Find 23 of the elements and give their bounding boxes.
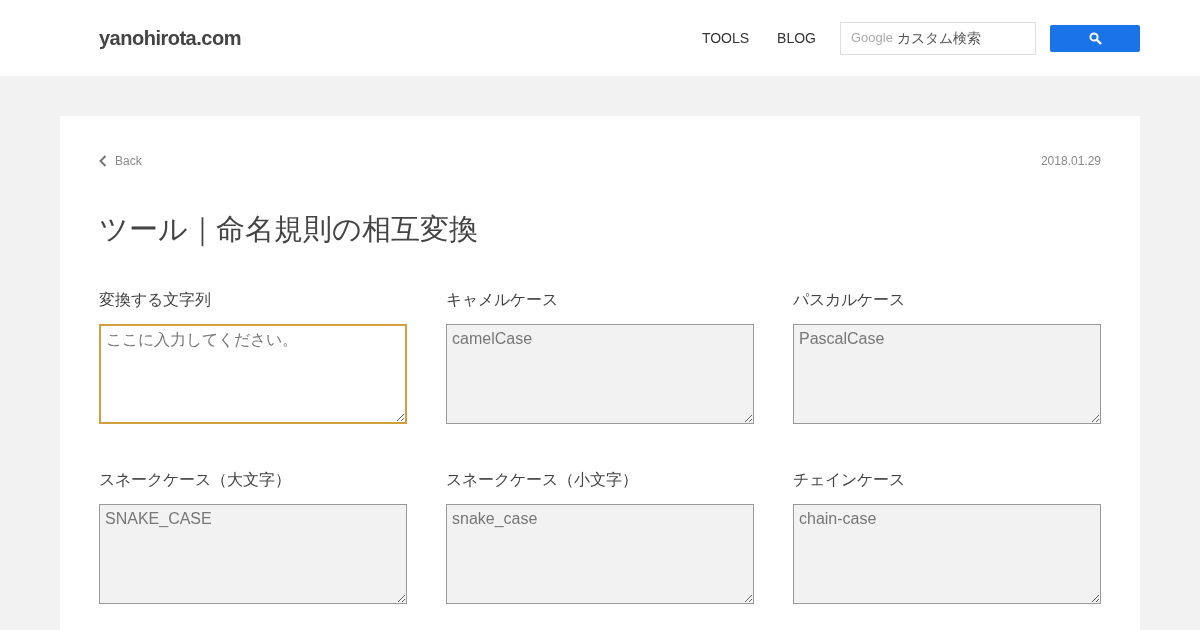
search-button[interactable] <box>1050 24 1140 52</box>
text-area[interactable]: PascalCase <box>793 323 1101 424</box>
nav-link[interactable]: TOOLS <box>701 27 750 49</box>
field-label: 変換する文字列 <box>99 289 212 310</box>
page-title: ツール｜命名規則の相互変換 <box>99 212 479 249</box>
search-icon <box>1088 31 1102 45</box>
search-brand: Google <box>851 29 893 48</box>
text-area[interactable]: SNAKE_CASE <box>99 503 407 604</box>
text-area[interactable]: ここに入力してください。 <box>99 323 407 424</box>
field-label: チェインケース <box>793 469 906 490</box>
text-area[interactable]: camelCase <box>446 323 754 424</box>
field-label: スネークケース（小文字） <box>446 469 639 490</box>
field-label: キャメルケース <box>446 289 559 310</box>
text-area[interactable]: snake_case <box>446 503 754 604</box>
post-date: 2018.01.29 <box>1040 153 1101 170</box>
field-label: スネークケース（大文字） <box>99 469 292 490</box>
chevron-left-icon <box>99 155 107 167</box>
field-label: パスカルケース <box>793 289 906 310</box>
back-link[interactable]: Back <box>99 152 142 170</box>
nav-link[interactable]: BLOG <box>777 27 816 49</box>
search-input[interactable]: カスタム検索 <box>896 27 1017 49</box>
text-area[interactable]: chain-case <box>793 503 1101 604</box>
site-logo[interactable]: yanohirota.com <box>99 23 241 53</box>
